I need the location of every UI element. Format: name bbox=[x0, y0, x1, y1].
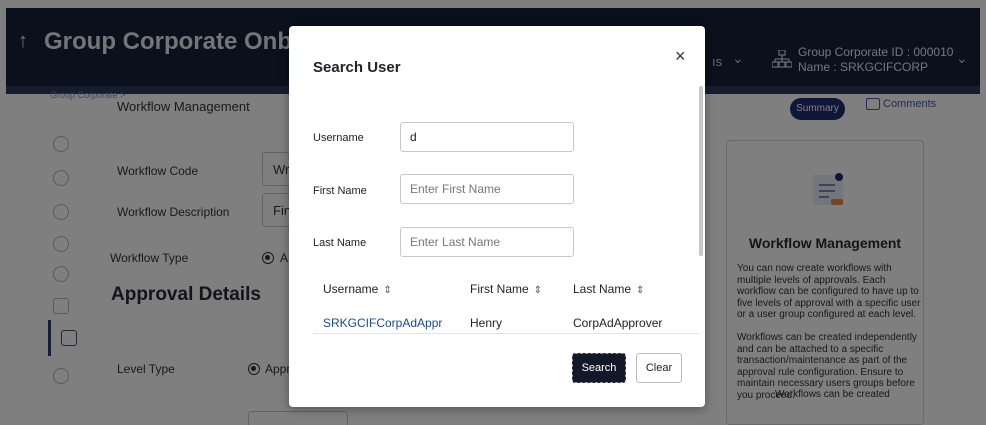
search-button[interactable]: Search bbox=[572, 353, 626, 383]
row-divider bbox=[313, 333, 699, 334]
column-header-last-name[interactable]: Last Name ⇕ bbox=[573, 282, 644, 296]
sort-icon[interactable]: ⇕ bbox=[636, 285, 644, 296]
username-label: Username bbox=[313, 132, 364, 144]
clear-button[interactable]: Clear bbox=[636, 353, 682, 383]
modal-title: Search User bbox=[313, 59, 401, 76]
result-first-name: Henry bbox=[470, 316, 503, 330]
modal-scrollbar[interactable] bbox=[699, 86, 703, 256]
column-header-username[interactable]: Username ⇕ bbox=[323, 282, 392, 296]
first-name-label: First Name bbox=[313, 185, 367, 197]
first-name-input[interactable] bbox=[400, 174, 574, 204]
result-last-name: CorpAdApprover bbox=[573, 316, 663, 330]
username-input[interactable] bbox=[400, 122, 574, 152]
column-header-label: First Name bbox=[470, 282, 529, 296]
column-header-label: Last Name bbox=[573, 282, 632, 296]
last-name-input[interactable] bbox=[400, 227, 574, 257]
last-name-label: Last Name bbox=[313, 237, 367, 249]
sort-icon[interactable]: ⇕ bbox=[534, 285, 542, 296]
close-icon[interactable]: × bbox=[675, 46, 686, 67]
sort-icon[interactable]: ⇕ bbox=[383, 285, 391, 296]
column-header-first-name[interactable]: First Name ⇕ bbox=[470, 282, 542, 296]
result-username-link[interactable]: SRKGCIFCorpAdAppr bbox=[323, 316, 442, 330]
column-header-label: Username bbox=[323, 282, 379, 296]
search-user-modal: Search User × Username First Name Last N… bbox=[289, 26, 705, 407]
